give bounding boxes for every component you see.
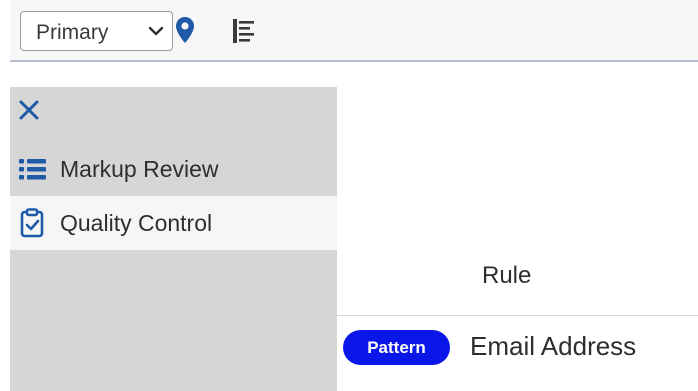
view-select[interactable]: Primary: [20, 11, 173, 51]
outline-icon[interactable]: [232, 18, 256, 44]
rule-name: Email Address: [470, 331, 637, 361]
header-divider: [337, 315, 698, 316]
close-icon[interactable]: [18, 99, 40, 121]
rule-column-header[interactable]: Rule: [482, 262, 531, 290]
toolbar: Primary: [10, 0, 698, 62]
app-window: Primary Markup Review Quality Control Ru…: [0, 0, 698, 391]
sidebar-item-quality-control[interactable]: Quality Control: [10, 196, 337, 250]
list-icon: [19, 159, 46, 180]
view-select-value: Primary: [36, 21, 109, 44]
main-panel: Rule Pattern Email Address: [337, 87, 698, 391]
sidebar: Markup Review Quality Control: [10, 87, 337, 391]
sidebar-item-markup-review[interactable]: Markup Review: [10, 142, 337, 196]
map-pin-icon[interactable]: [175, 16, 195, 44]
pattern-badge: Pattern: [343, 330, 450, 365]
sidebar-item-label: Markup Review: [60, 156, 219, 182]
sidebar-item-label: Quality Control: [60, 210, 213, 236]
chevron-down-icon: [148, 26, 164, 36]
clipboard-check-icon: [20, 208, 44, 238]
